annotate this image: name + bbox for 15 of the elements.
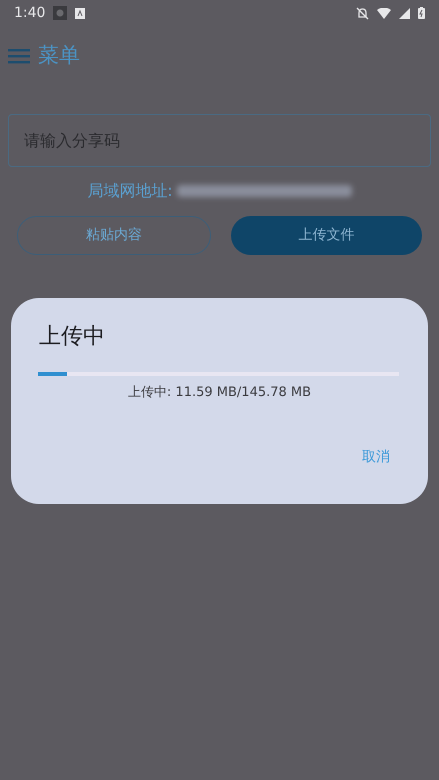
lan-address-label: 局域网地址: — [87, 180, 173, 202]
mute-icon — [356, 6, 369, 20]
menu-icon[interactable] — [8, 48, 30, 64]
wifi-icon — [377, 8, 391, 18]
paste-button[interactable]: 粘贴内容 — [17, 216, 210, 255]
dialog-title: 上传中 — [39, 324, 106, 350]
notification-icon — [75, 8, 86, 18]
app-icon — [53, 6, 68, 20]
signal-icon — [399, 8, 410, 18]
upload-button[interactable]: 上传文件 — [230, 216, 422, 255]
menu-title[interactable]: 菜单 — [38, 40, 80, 72]
cancel-button[interactable]: 取消 — [362, 443, 390, 472]
progress-status: 上传中: 11.59 MB/145.78 MB — [128, 384, 312, 402]
battery-icon — [418, 7, 425, 19]
status-time: 1:40 — [14, 4, 46, 22]
